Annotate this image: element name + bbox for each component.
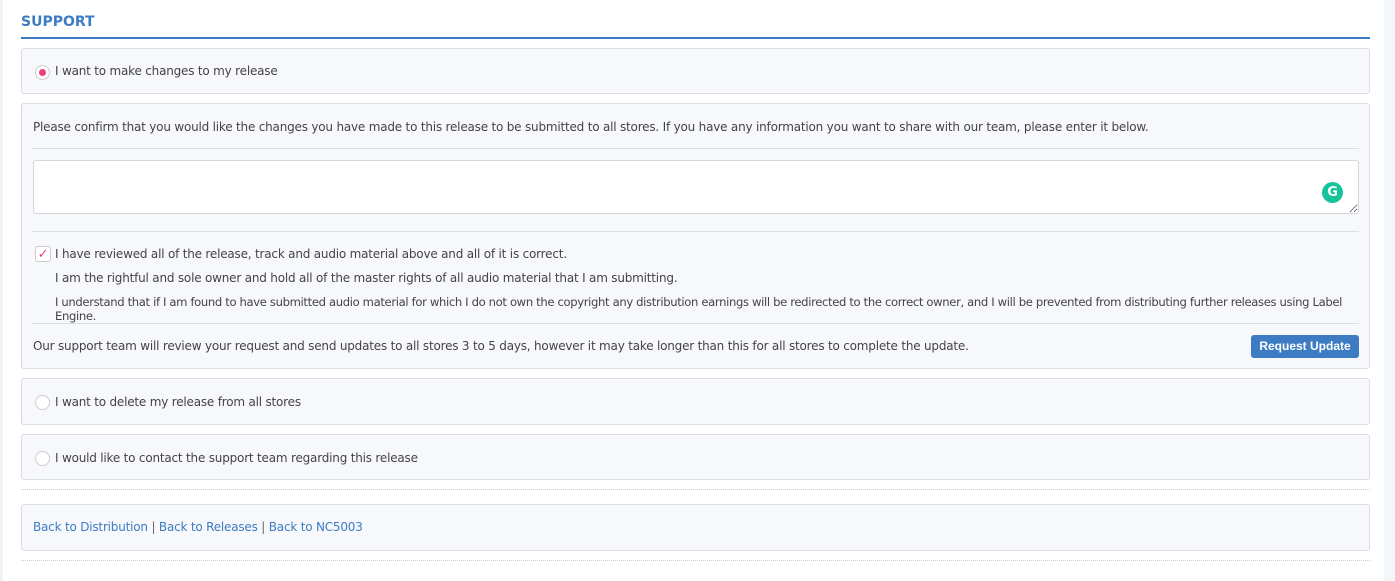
section-title: SUPPORT bbox=[21, 14, 95, 30]
intro-text: Please confirm that you would like the c… bbox=[33, 120, 1149, 134]
nav-links-panel: Back to Distribution | Back to Releases … bbox=[21, 504, 1370, 551]
radio-delete[interactable] bbox=[35, 395, 50, 410]
divider bbox=[32, 323, 1359, 324]
confirm-line: I understand that if I am found to have … bbox=[55, 295, 1342, 323]
option-label[interactable]: I want to make changes to my release bbox=[55, 64, 278, 78]
option-label[interactable]: I would like to contact the support team… bbox=[55, 451, 418, 465]
back-to-release-link[interactable]: Back to NC5003 bbox=[269, 520, 363, 534]
divider bbox=[32, 148, 1359, 149]
left-edge bbox=[0, 0, 3, 581]
option-contact[interactable]: I would like to contact the support team… bbox=[21, 434, 1370, 480]
confirm-line: I am the rightful and sole owner and hol… bbox=[55, 271, 678, 285]
nav-links: Back to Distribution | Back to Releases … bbox=[33, 520, 363, 534]
scrollbar-track[interactable] bbox=[1384, 0, 1395, 581]
link-separator: | bbox=[151, 520, 156, 534]
request-update-button[interactable]: Request Update bbox=[1251, 335, 1359, 358]
title-underline bbox=[21, 37, 1370, 39]
option-make-changes[interactable]: I want to make changes to my release bbox=[21, 48, 1370, 94]
notice-text: Our support team will review your reques… bbox=[33, 339, 969, 353]
dotted-divider bbox=[21, 560, 1370, 561]
confirm-line: I have reviewed all of the release, trac… bbox=[55, 247, 567, 261]
option-delete[interactable]: I want to delete my release from all sto… bbox=[21, 378, 1370, 425]
dotted-divider bbox=[21, 489, 1370, 490]
message-textarea[interactable] bbox=[33, 160, 1359, 214]
link-separator: | bbox=[261, 520, 266, 534]
divider bbox=[32, 231, 1359, 232]
grammarly-icon[interactable]: G bbox=[1322, 182, 1343, 203]
changes-panel: Please confirm that you would like the c… bbox=[21, 103, 1370, 369]
back-to-releases-link[interactable]: Back to Releases bbox=[159, 520, 258, 534]
back-to-distribution-link[interactable]: Back to Distribution bbox=[33, 520, 148, 534]
confirm-checkbox[interactable]: ✓ bbox=[35, 246, 51, 262]
radio-contact[interactable] bbox=[35, 451, 50, 466]
radio-make-changes[interactable] bbox=[35, 65, 50, 80]
option-label[interactable]: I want to delete my release from all sto… bbox=[55, 395, 301, 409]
